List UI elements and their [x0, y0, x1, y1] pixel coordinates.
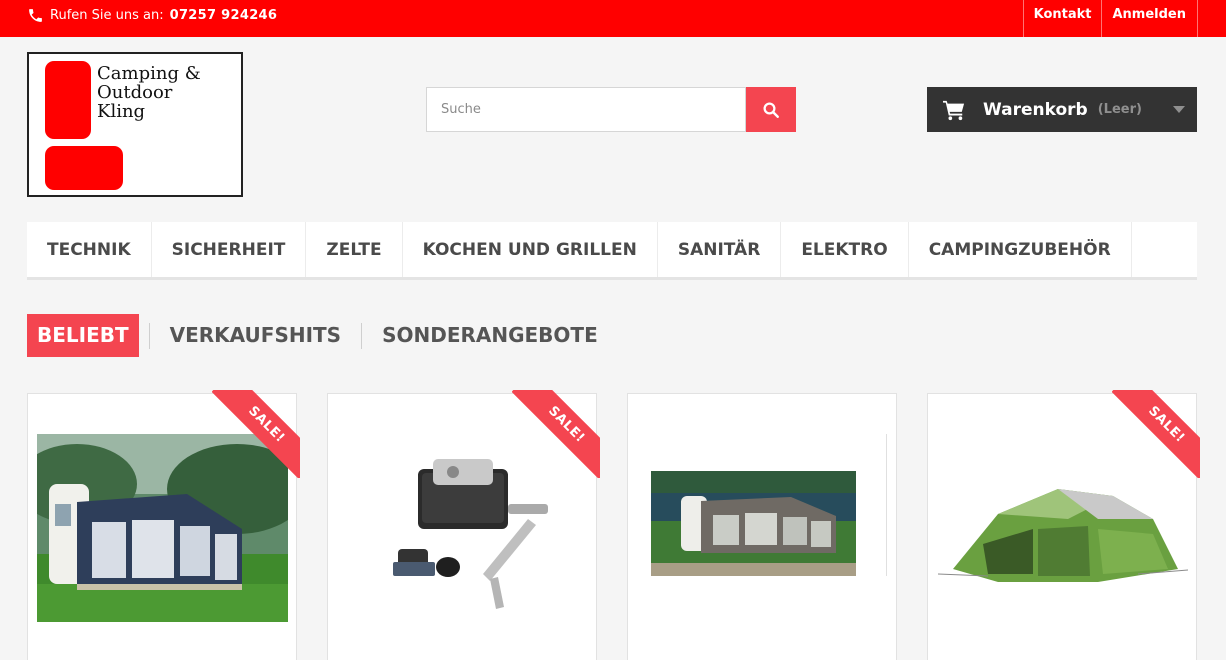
search-bar — [426, 87, 796, 132]
image-edge-line — [886, 434, 887, 576]
menu-item-elektro[interactable]: ELEKTRO — [781, 222, 909, 277]
menu-item-sicherheit[interactable]: SICHERHEIT — [152, 222, 307, 277]
sale-badge: SALE! — [512, 390, 600, 478]
main-menu: TECHNIK SICHERHEIT ZELTE KOCHEN UND GRIL… — [27, 222, 1197, 280]
cart-label: Warenkorb — [983, 99, 1088, 120]
product-card[interactable]: SALE! — [327, 390, 600, 660]
tab-sonderangebote[interactable]: SONDERANGEBOTE — [362, 314, 618, 357]
tab-beliebt[interactable]: BELIEBT — [27, 314, 139, 357]
sale-badge: SALE! — [212, 390, 300, 478]
menu-item-sanitaer[interactable]: SANITÄR — [658, 222, 782, 277]
sale-badge: SALE! — [1112, 390, 1200, 478]
top-bar: Rufen Sie uns an: 07257 924246 Kontakt A… — [0, 0, 1226, 37]
menu-item-campingzubehoer[interactable]: CAMPINGZUBEHÖR — [909, 222, 1132, 277]
logo-text: Camping & Outdoor Kling — [97, 63, 201, 122]
sale-ribbon: SALE! — [212, 390, 300, 478]
contact-link[interactable]: Kontakt — [1022, 0, 1102, 37]
sale-ribbon: SALE! — [512, 390, 600, 478]
cart-status: (Leer) — [1097, 102, 1142, 117]
login-link[interactable]: Anmelden — [1101, 0, 1198, 37]
phone-info: Rufen Sie uns an: 07257 924246 — [27, 7, 277, 24]
menu-item-zelte[interactable]: ZELTE — [306, 222, 403, 277]
sale-ribbon: SALE! — [1112, 390, 1200, 478]
product-card[interactable] — [627, 393, 897, 660]
product-image-caravan-awning-lake[interactable] — [651, 471, 856, 576]
search-button[interactable] — [746, 87, 796, 132]
logo-shape-top — [45, 61, 91, 139]
header-links: Kontakt Anmelden — [1022, 0, 1198, 37]
cart-button[interactable]: Warenkorb (Leer) — [927, 87, 1197, 132]
menu-item-technik[interactable]: TECHNIK — [27, 222, 152, 277]
search-input[interactable] — [426, 87, 746, 132]
product-card[interactable]: SALE! — [927, 390, 1200, 660]
phone-number[interactable]: 07257 924246 — [170, 8, 278, 23]
cart-icon — [943, 100, 965, 120]
product-image-green-tunnel-tent[interactable] — [938, 474, 1188, 594]
chevron-down-icon — [1173, 106, 1185, 113]
product-card[interactable]: SALE! — [27, 390, 300, 660]
tab-verkaufshits[interactable]: VERKAUFSHITS — [150, 314, 361, 357]
phone-label: Rufen Sie uns an: — [50, 8, 164, 23]
logo-shape-bottom — [45, 146, 123, 190]
phone-icon — [29, 9, 42, 22]
product-tabs: BELIEBT VERKAUFSHITS SONDERANGEBOTE — [27, 314, 618, 357]
site-logo[interactable]: Camping & Outdoor Kling — [27, 52, 243, 197]
search-icon — [763, 102, 779, 118]
menu-item-kochen-und-grillen[interactable]: KOCHEN UND GRILLEN — [403, 222, 658, 277]
